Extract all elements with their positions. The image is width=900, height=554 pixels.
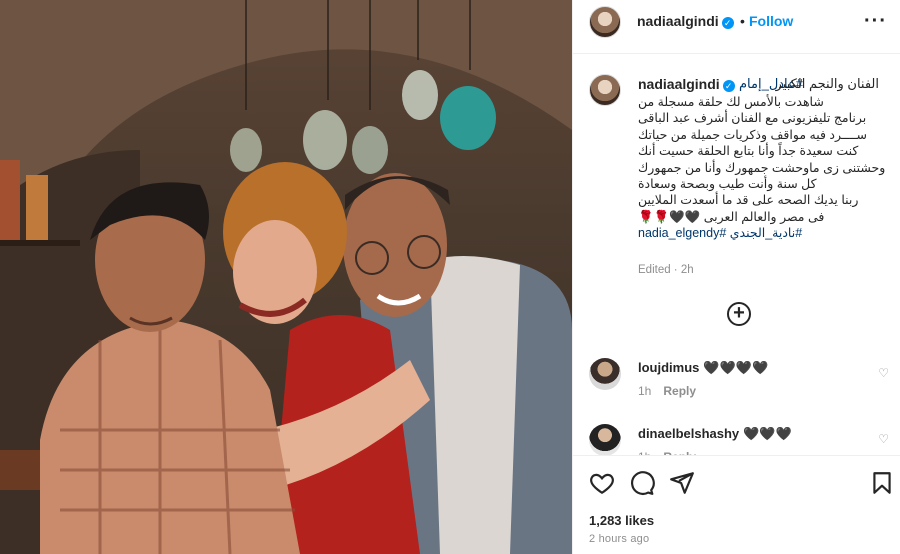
more-icon[interactable]: ··· bbox=[864, 10, 887, 33]
verified-badge-icon: ✓ bbox=[722, 80, 735, 92]
caption-username[interactable]: nadiaalgindi ✓ bbox=[638, 76, 735, 92]
share-icon[interactable] bbox=[669, 470, 695, 496]
comment-like-heart-icon[interactable]: ♡ bbox=[878, 366, 889, 380]
caption-line: ربنا يديك الصحه على قد ما أسعدت الملايين bbox=[638, 193, 859, 208]
comment-icon[interactable] bbox=[629, 470, 655, 496]
comment-avatar[interactable] bbox=[589, 424, 621, 456]
post-actions: 1,283 likes 2 hours ago bbox=[573, 455, 900, 554]
caption-title: الفنان والنجم الكبير bbox=[775, 76, 879, 91]
follow-button[interactable]: Follow bbox=[749, 13, 793, 29]
caption-line: كنت سعيدة جداً وأنا بتابع الحلقة حسيت أن… bbox=[638, 144, 859, 159]
caption-line: فى مصر والعالم العربى 🖤🖤🌹🌹 bbox=[638, 209, 825, 224]
post-side-panel: nadiaalgindi ✓ • Follow ··· nadiaalgindi ✓… bbox=[572, 0, 900, 554]
comment-time: 1h bbox=[638, 384, 652, 398]
comment-username[interactable]: loujdimus 🖤🖤🖤🖤 bbox=[638, 360, 768, 376]
caption-edited-time: Edited · 2h bbox=[638, 264, 694, 276]
caption-line: ســــرد فيه مواقف وذكريات جميلة من حياتك bbox=[638, 127, 868, 142]
caption-avatar[interactable] bbox=[589, 74, 621, 106]
caption-line: برنامج تليفزيونى مع الفنان أشرف عبد البا… bbox=[638, 111, 867, 126]
avatar[interactable] bbox=[589, 6, 621, 38]
comment-username[interactable]: dinaelbelshashy 🖤🖤🖤 bbox=[638, 426, 792, 442]
caption-line: كل سنة وأنت طيب وبصحة وسعادة bbox=[638, 177, 817, 192]
comment-text: 🖤🖤🖤🖤 bbox=[703, 360, 769, 375]
like-count[interactable]: 1,283 likes bbox=[589, 513, 654, 528]
caption-body: شاهدت بالأمس لك حلقة مسجلة من برنامج تلي… bbox=[638, 94, 888, 241]
post-photo[interactable] bbox=[0, 0, 572, 554]
post-time: 2 hours ago bbox=[589, 533, 650, 545]
caption-line: وحشتنى زى ماوحشت جمهورك وأنا من جمهورك bbox=[638, 160, 886, 175]
caption-tags[interactable]: #نادية_الجندي #nadia_elgendy bbox=[638, 225, 888, 241]
header-username[interactable]: nadiaalgindi ✓ bbox=[637, 13, 734, 29]
load-more-comments-button[interactable]: + bbox=[727, 302, 751, 326]
heart-icon[interactable] bbox=[589, 470, 615, 496]
comment-text: 🖤🖤🖤 bbox=[743, 426, 792, 441]
reply-button[interactable]: Reply bbox=[663, 384, 696, 398]
comment-meta: 1h Reply bbox=[638, 384, 696, 398]
header-separator: • bbox=[740, 13, 745, 29]
bookmark-icon[interactable] bbox=[869, 470, 895, 496]
verified-badge-icon: ✓ bbox=[721, 17, 734, 29]
post-header: nadiaalgindi ✓ • Follow ··· bbox=[573, 0, 900, 54]
comment-like-heart-icon[interactable]: ♡ bbox=[878, 432, 889, 446]
caption-line: شاهدت بالأمس لك حلقة مسجلة من bbox=[638, 95, 824, 109]
photo-illustration bbox=[0, 0, 572, 554]
comment-avatar[interactable] bbox=[589, 358, 621, 390]
